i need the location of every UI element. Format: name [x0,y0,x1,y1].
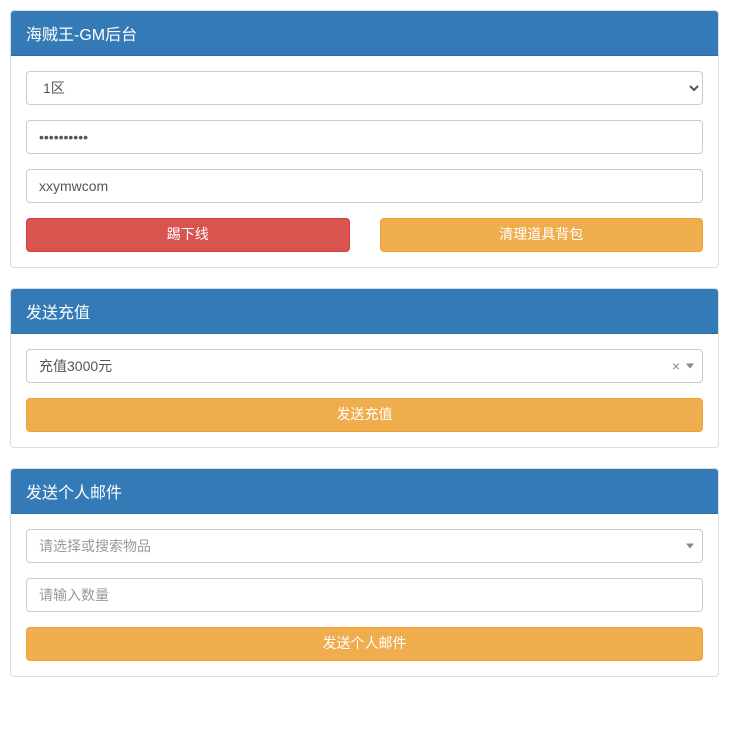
recharge-panel: 发送充值 充值3000元 × 发送充值 [10,288,719,448]
recharge-panel-body: 充值3000元 × 发送充值 [11,334,718,447]
item-select[interactable]: 请选择或搜索物品 [26,529,703,563]
chevron-down-icon [686,543,694,548]
zone-select[interactable]: 1区 [26,71,703,105]
recharge-select[interactable]: 充值3000元 × [26,349,703,383]
chevron-down-icon [686,363,694,368]
send-mail-button[interactable]: 发送个人邮件 [26,627,703,661]
send-recharge-button[interactable]: 发送充值 [26,398,703,432]
recharge-panel-title: 发送充值 [11,289,718,334]
kick-offline-button[interactable]: 踢下线 [26,218,350,252]
gm-panel-body: 1区 踢下线 清理道具背包 [11,56,718,267]
gm-panel-title: 海贼王-GM后台 [11,11,718,56]
quantity-input[interactable] [26,578,703,612]
gm-panel: 海贼王-GM后台 1区 踢下线 清理道具背包 [10,10,719,268]
mail-panel-body: 请选择或搜索物品 发送个人邮件 [11,514,718,676]
password-input[interactable] [26,120,703,154]
mail-panel: 发送个人邮件 请选择或搜索物品 发送个人邮件 [10,468,719,677]
recharge-select-value: 充值3000元 [39,356,112,376]
mail-panel-title: 发送个人邮件 [11,469,718,514]
clear-bag-button[interactable]: 清理道具背包 [380,218,704,252]
item-select-placeholder: 请选择或搜索物品 [39,536,151,556]
clear-icon[interactable]: × [672,358,680,374]
username-input[interactable] [26,169,703,203]
